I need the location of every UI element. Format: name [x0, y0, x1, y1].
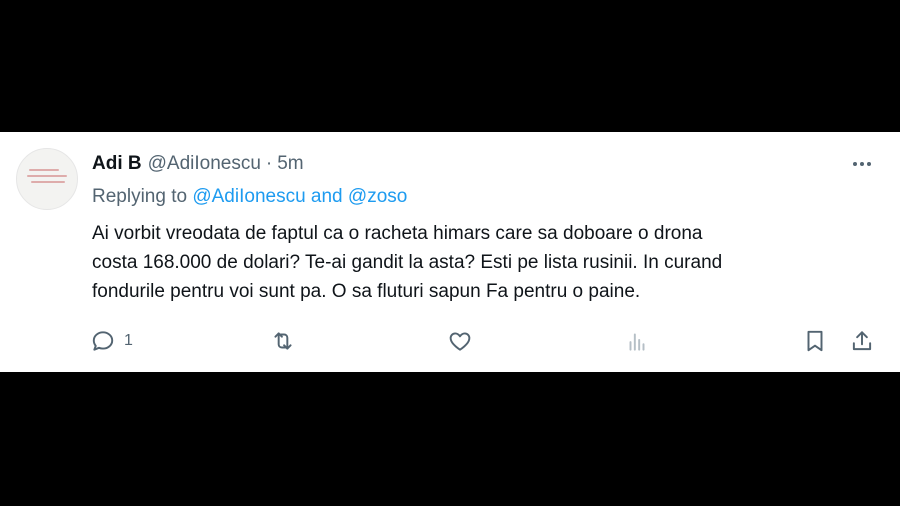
more-dots-icon [853, 162, 871, 166]
share-button[interactable] [849, 326, 875, 356]
tweet-text-line: fondurile pentru voi sunt pa. O sa flutu… [92, 281, 641, 302]
header-separator: · [265, 153, 273, 174]
tweet-text: Ai vorbit vreodata de faptul ca o rachet… [92, 219, 882, 306]
like-button[interactable] [447, 326, 481, 356]
author-name[interactable]: Adi B [92, 153, 142, 175]
bookmark-icon [807, 330, 823, 352]
mention-link[interactable]: @zoso [348, 186, 407, 207]
tweet-header: Adi B @AdiIonescu · 5m [92, 152, 304, 176]
bookmark-button[interactable] [802, 326, 828, 356]
views-button[interactable] [624, 326, 650, 356]
mention-conjunction: and [310, 186, 343, 207]
more-options-button[interactable] [846, 152, 878, 176]
reply-count: 1 [124, 332, 133, 349]
avatar-decoration [27, 175, 67, 177]
avatar[interactable] [16, 148, 78, 210]
author-handle[interactable]: @AdiIonescu [148, 153, 261, 175]
share-upload-icon [852, 331, 872, 351]
tweet-text-line: Ai vorbit vreodata de faptul ca o rachet… [92, 223, 703, 244]
heart-icon [449, 332, 471, 351]
analytics-bars-icon [629, 333, 645, 351]
retweet-icon [274, 332, 292, 350]
reply-bubble-icon [92, 331, 114, 351]
mention-link[interactable]: @AdiIonescu [192, 186, 305, 207]
tweet-timestamp[interactable]: 5m [277, 153, 303, 175]
retweet-button[interactable] [270, 326, 304, 356]
replying-prefix: Replying to [92, 186, 188, 207]
tweet-text-line: costa 168.000 de dolari? Te-ai gandit la… [92, 252, 723, 273]
avatar-decoration [29, 169, 59, 171]
avatar-decoration [31, 181, 65, 183]
reply-button[interactable]: 1 [90, 326, 133, 356]
replying-to: Replying to @AdiIonescu and @zoso [92, 186, 407, 208]
